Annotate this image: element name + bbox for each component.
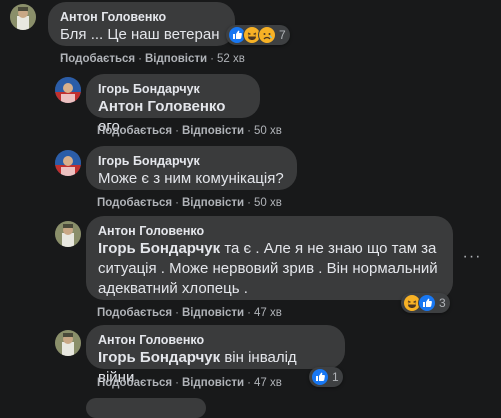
comment-actions: Подобається · Відповісти · 50 хв [97,197,282,209]
comment-bubble: Антон Головенко Бля ... Це наш ветеран . [48,2,235,63]
like-button[interactable]: Подобається [97,197,172,209]
reaction-summary[interactable]: 3 [401,293,450,313]
separator: · [247,125,251,137]
avatar[interactable] [55,221,81,247]
comment-body-line: адекватний хлопець . [98,280,248,297]
separator: · [175,377,179,389]
comment-bubble: Ігорь Бондарчук Може є з ним комунікація… [86,146,297,190]
reply-button[interactable]: Відповісти [182,307,244,319]
comment-body-line: та є . Але я не знаю що там за [224,240,437,257]
mention-link[interactable]: Ігорь Бондарчук [98,240,220,257]
comment-time[interactable]: 52 хв [217,53,245,65]
comment-actions: Подобається · Відповісти · 47 хв [97,377,282,389]
separator: · [175,197,179,209]
reaction-summary[interactable]: 7 [226,25,290,45]
avatar[interactable] [55,330,81,356]
comment-author[interactable]: Антон Головенко [98,223,441,239]
comment-author[interactable]: Антон Головенко [98,332,333,348]
comment-author[interactable]: Ігорь Бондарчук [98,81,248,97]
reaction-count: 3 [439,296,446,310]
reaction-count: 1 [332,370,339,384]
like-button[interactable]: Подобається [60,53,135,65]
comment-author[interactable]: Антон Головенко [60,9,223,25]
like-button[interactable]: Подобається [97,307,172,319]
comment-bubble: Ігорь Бондарчук Антон Головенко ого [86,74,260,135]
comment-body-line: ситуація . Може нервовий зрив . Він норм… [98,260,438,277]
mention-link[interactable]: Антон Головенко [98,98,225,115]
separator: · [175,125,179,137]
comment-time[interactable]: 50 хв [254,125,282,137]
comment-bubble-partial [86,398,206,418]
like-button[interactable]: Подобається [97,377,172,389]
comment-bubble: Антон Головенко Ігорь Бондарчук він інва… [86,325,345,386]
separator: · [138,53,142,65]
more-icon: ··· [462,248,482,265]
comment-time[interactable]: 47 хв [254,377,282,389]
reply-button[interactable]: Відповісти [182,377,244,389]
mention-link[interactable]: Ігорь Бондарчук [98,349,220,366]
avatar[interactable] [10,4,36,30]
reaction-count: 7 [279,28,286,42]
reply-button[interactable]: Відповісти [145,53,207,65]
comment-author[interactable]: Ігорь Бондарчук [98,153,285,169]
like-button[interactable]: Подобається [97,125,172,137]
comment-time[interactable]: 50 хв [254,197,282,209]
sad-icon [258,26,276,44]
separator: · [247,307,251,319]
like-icon [418,294,436,312]
comment-bubble: Антон Головенко Ігорь Бондарчук та є . А… [86,216,453,300]
separator: · [247,377,251,389]
avatar[interactable] [55,77,81,103]
comment-actions: Подобається · Відповісти · 50 хв [97,125,282,137]
separator: · [210,53,214,65]
separator: · [247,197,251,209]
separator: · [175,307,179,319]
like-icon [311,368,329,386]
reply-button[interactable]: Відповісти [182,197,244,209]
comment-actions: Подобається · Відповісти · 47 хв [97,307,282,319]
comment-text: Ігорь Бондарчук та є . Але я не знаю що … [98,239,441,299]
reaction-summary[interactable]: 1 [309,367,343,387]
reply-button[interactable]: Відповісти [182,125,244,137]
comment-time[interactable]: 47 хв [254,307,282,319]
more-options-button[interactable]: ··· [460,245,484,269]
comment-text: Може є з ним комунікація? [98,170,284,187]
comment-actions: Подобається · Відповісти · 52 хв [60,53,245,65]
avatar[interactable] [55,150,81,176]
